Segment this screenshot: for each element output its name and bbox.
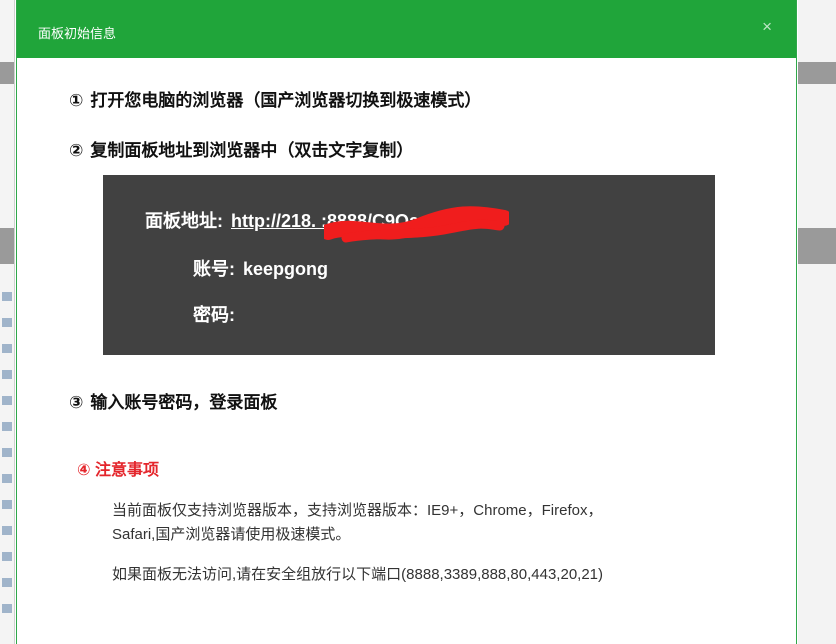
background-icon — [2, 448, 12, 457]
background-icon — [2, 422, 12, 431]
dialog-titlebar: 面板初始信息 × — [17, 0, 796, 58]
background-toolbar — [798, 228, 836, 264]
background-toolbar — [0, 228, 14, 264]
notice-browser-support-cont: Safari,国产浏览器请使用极速模式。 — [112, 526, 351, 543]
background-icon — [2, 396, 12, 405]
background-icon — [2, 578, 12, 587]
background-window-right — [798, 0, 836, 644]
address-label: 面板地址: — [145, 211, 223, 231]
background-icon — [2, 318, 12, 327]
step-text: 输入账号密码，登录面板 — [90, 393, 278, 412]
step-number: ① — [69, 91, 84, 110]
background-icon — [2, 552, 12, 561]
panel-info-dialog: 面板初始信息 × ① 打开您电脑的浏览器（国产浏览器切换到极速模式） ② 复制面板地… — [16, 0, 797, 644]
notice-title: ④ 注意事项 — [77, 462, 159, 479]
step-number: ② — [69, 141, 84, 160]
notice-ports: 如果面板无法访问,请在安全组放行以下端口(8888,3389,888,80,44… — [112, 566, 604, 583]
account-label: 账号: — [193, 259, 235, 279]
account-value[interactable]: keepgong — [243, 259, 328, 279]
background-icon — [2, 604, 12, 613]
background-icon — [2, 292, 12, 301]
password-label: 密码: — [193, 305, 235, 325]
background-toolbar — [0, 62, 14, 84]
step-copy-address: ② 复制面板地址到浏览器中（双击文字复制） — [69, 136, 413, 161]
step-login: ③ 输入账号密码，登录面板 — [69, 388, 277, 413]
background-icon — [2, 474, 12, 483]
background-toolbar — [798, 62, 836, 84]
background-icon — [2, 526, 12, 535]
background-window-left — [0, 0, 15, 644]
background-icon — [2, 500, 12, 509]
account-row: 账号: keepgong — [193, 255, 328, 281]
close-icon[interactable]: × — [762, 17, 772, 37]
background-icon — [2, 370, 12, 379]
credentials-panel: 面板地址: http://218. :8888/C9QarSs1 账号: keepg… — [103, 175, 715, 355]
notice-browser-support: 当前面板仅支持浏览器版本，支持浏览器版本：IE9+，Chrome，Firefox… — [112, 502, 603, 519]
password-row: 密码: — [193, 301, 243, 327]
step-text: 复制面板地址到浏览器中（双击文字复制） — [90, 141, 414, 160]
step-text: 打开您电脑的浏览器（国产浏览器切换到极速模式） — [90, 91, 482, 110]
dialog-title: 面板初始信息 — [38, 26, 117, 41]
background-icon — [2, 344, 12, 353]
redaction-scribble — [324, 206, 509, 243]
step-open-browser: ① 打开您电脑的浏览器（国产浏览器切换到极速模式） — [69, 86, 481, 111]
step-number: ③ — [69, 393, 84, 412]
